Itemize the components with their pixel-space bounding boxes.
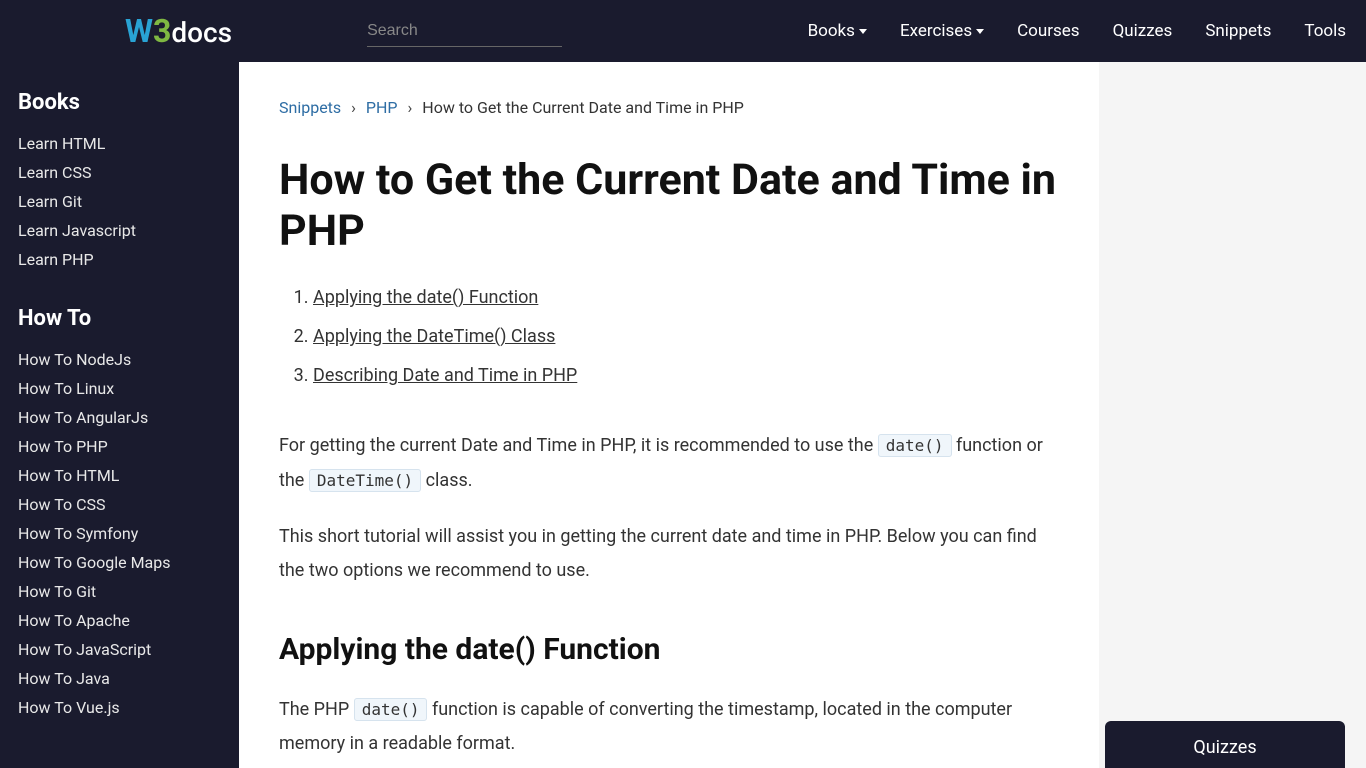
sidebar-item[interactable]: How To Symfony (18, 519, 221, 548)
nav-courses[interactable]: Courses (1017, 21, 1079, 41)
chevron-down-icon (976, 29, 984, 34)
sidebar-item[interactable]: How To Apache (18, 606, 221, 635)
layout: Books Learn HTML Learn CSS Learn Git Lea… (0, 62, 1366, 768)
nav-books[interactable]: Books (808, 21, 867, 41)
breadcrumb-link[interactable]: Snippets (279, 98, 341, 117)
sidebar-item[interactable]: How To CSS (18, 490, 221, 519)
breadcrumb-sep: › (408, 98, 413, 117)
toc-item: Describing Date and Time in PHP (313, 356, 1059, 395)
sidebar-item[interactable]: Learn Git (18, 187, 221, 216)
sidebar-section-books: Books Learn HTML Learn CSS Learn Git Lea… (18, 90, 221, 274)
paragraph: This short tutorial will assist you in g… (279, 520, 1059, 588)
toc: Applying the date() Function Applying th… (279, 278, 1059, 395)
sidebar-item[interactable]: How To NodeJs (18, 345, 221, 374)
nav-exercises[interactable]: Exercises (900, 21, 984, 41)
toc-item: Applying the DateTime() Class (313, 317, 1059, 356)
toc-link[interactable]: Applying the DateTime() Class (313, 326, 555, 347)
breadcrumb: Snippets › PHP › How to Get the Current … (279, 98, 1059, 117)
sidebar-item[interactable]: How To Java (18, 664, 221, 693)
search-input[interactable] (367, 16, 562, 47)
sidebar-item[interactable]: How To Vue.js (18, 693, 221, 722)
sidebar-item[interactable]: Learn Javascript (18, 216, 221, 245)
sidebar-item[interactable]: How To PHP (18, 432, 221, 461)
section-heading: Applying the date() Function (279, 632, 1059, 667)
paragraph: For getting the current Date and Time in… (279, 429, 1059, 497)
sidebar-item[interactable]: Learn HTML (18, 129, 221, 158)
sidebar-item[interactable]: How To HTML (18, 461, 221, 490)
sidebar-item[interactable]: How To AngularJs (18, 403, 221, 432)
sidebar: Books Learn HTML Learn CSS Learn Git Lea… (0, 62, 239, 768)
nav-items: Books Exercises Courses Quizzes Snippets… (808, 21, 1346, 41)
toc-link[interactable]: Applying the date() Function (313, 287, 538, 308)
nav-tools[interactable]: Tools (1304, 21, 1346, 41)
main: Snippets › PHP › How to Get the Current … (239, 62, 1366, 768)
toc-link[interactable]: Describing Date and Time in PHP (313, 365, 577, 386)
breadcrumb-current: How to Get the Current Date and Time in … (422, 98, 744, 117)
sidebar-item[interactable]: How To Google Maps (18, 548, 221, 577)
quizzes-label: Quizzes (1193, 737, 1256, 758)
code-inline: DateTime() (309, 469, 421, 492)
sidebar-item[interactable]: Learn PHP (18, 245, 221, 274)
chevron-down-icon (859, 29, 867, 34)
nav-quizzes[interactable]: Quizzes (1113, 21, 1173, 41)
sidebar-section-howto: How To How To NodeJs How To Linux How To… (18, 306, 221, 722)
sidebar-item[interactable]: How To Git (18, 577, 221, 606)
code-inline: date() (878, 434, 952, 457)
sidebar-item[interactable]: How To Linux (18, 374, 221, 403)
sidebar-item[interactable]: Learn CSS (18, 158, 221, 187)
article: Snippets › PHP › How to Get the Current … (239, 62, 1099, 768)
quizzes-card[interactable]: Quizzes (1105, 721, 1345, 768)
sidebar-heading: Books (18, 90, 221, 115)
right-rail: Quizzes (1099, 62, 1365, 768)
page-title: How to Get the Current Date and Time in … (279, 155, 1059, 256)
logo-docs: docs (171, 16, 232, 49)
sidebar-heading: How To (18, 306, 221, 331)
header: W3docs Books Exercises Courses Quizzes S… (0, 0, 1366, 62)
sidebar-item[interactable]: How To JavaScript (18, 635, 221, 664)
paragraph: The PHP date() function is capable of co… (279, 693, 1059, 761)
logo-3: 3 (153, 12, 171, 50)
logo[interactable]: W3docs (125, 12, 232, 50)
logo-w: W (125, 12, 153, 50)
breadcrumb-link[interactable]: PHP (366, 98, 398, 117)
nav-snippets[interactable]: Snippets (1205, 21, 1271, 41)
code-inline: date() (354, 698, 428, 721)
search-wrap (367, 16, 562, 47)
breadcrumb-sep: › (351, 98, 356, 117)
toc-item: Applying the date() Function (313, 278, 1059, 317)
